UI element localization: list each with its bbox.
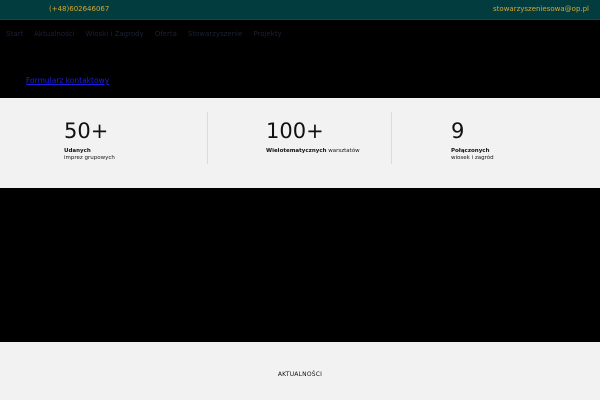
stat-divider [391,112,392,164]
nav-item-projekty[interactable]: Projekty [253,30,281,40]
stat-label-bold: Udanych [64,148,91,154]
stat-label-rest: warsztatów [326,148,360,154]
stat-number: 50+ [64,119,109,143]
stat-label: Udanych [64,148,91,154]
nav-item-start[interactable]: Start [6,30,23,40]
nav-item-oferta[interactable]: Oferta [155,30,177,40]
stat-label: Wielotematycznych warsztatów [266,148,360,154]
stat-number: 9 [451,119,465,143]
stat-sublabel: imprez grupowych [64,155,115,161]
news-heading: AKTUALNOŚCI [277,371,323,378]
main-nav: Start Aktualności Wioski i Zagrody Ofert… [6,30,282,40]
stat-number: 100+ [266,119,324,143]
nav-item-stowarzyszenie[interactable]: Stowarzyszenie [188,30,243,40]
nav-item-aktualnosci[interactable]: Aktualności [34,30,74,40]
top-bar: (+48)602646067 stowarzyszeniesowa@op.pl [0,0,600,20]
stat-sublabel: wiosek i zagród [451,155,494,161]
news-section: AKTUALNOŚCI [0,342,600,400]
phone-link[interactable]: (+48)602646067 [49,5,109,13]
stats-section: 50+ Udanych imprez grupowych 100+ Wielot… [0,98,600,188]
stat-label-bold: Wielotematycznych [266,148,327,154]
stat-label-bold: Połączonych [451,148,490,154]
contact-form-link[interactable]: Formularz kontaktowy [26,76,109,85]
stat-divider [207,112,208,164]
stat-label: Połączonych [451,148,489,154]
nav-item-wioski[interactable]: Wioski i Zagrody [86,30,144,40]
email-link[interactable]: stowarzyszeniesowa@op.pl [493,5,589,13]
